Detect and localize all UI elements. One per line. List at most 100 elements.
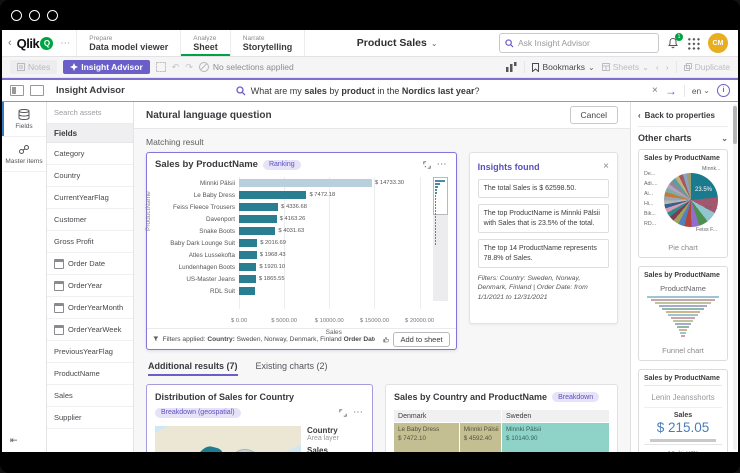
bar-plot-area[interactable]: $ 14733.30$ 7472.18$ 4336.68$ 4163.26$ 4… — [239, 177, 429, 309]
chevron-down-icon[interactable]: ⌄ — [431, 39, 438, 48]
chart-menu-icon[interactable]: ⋯ — [353, 407, 364, 418]
window-maximize-button[interactable] — [47, 10, 58, 21]
nl-question-input[interactable]: What are my sales by product in the Nord… — [236, 86, 646, 96]
collapse-panel-icon[interactable]: ⇤ — [10, 435, 18, 446]
field-item[interactable]: Customer — [47, 209, 133, 231]
field-item[interactable]: OrderYearWeek — [47, 319, 133, 341]
bar[interactable] — [239, 191, 306, 199]
treemap-visualization[interactable]: DenmarkLe Baby Dress$ 7472.10Minnki Päls… — [394, 410, 609, 452]
app-launcher-icon[interactable] — [687, 37, 700, 50]
window-minimize-button[interactable] — [29, 10, 40, 21]
bar[interactable] — [239, 263, 256, 271]
selections-tool-icon[interactable] — [156, 62, 166, 72]
duplicate-button[interactable]: Duplicate — [684, 62, 730, 72]
map-visualization[interactable] — [155, 426, 301, 452]
category-label: Snake Boots — [155, 225, 239, 237]
panel-scrollbar-track[interactable] — [733, 104, 737, 450]
results-scroll-area[interactable]: Matching result Sales by ProductName Ran… — [134, 129, 630, 452]
rail-item-fields[interactable]: Fields — [2, 102, 46, 137]
alt-chart-card-funnel[interactable]: Sales by ProductName ProductName Funnel … — [638, 266, 728, 361]
bookmarks-button[interactable]: Bookmarks⌄ — [532, 62, 594, 72]
back-icon[interactable]: ‹ — [8, 37, 12, 49]
fields-section-header[interactable]: Fields — [47, 124, 133, 143]
field-item[interactable]: OrderYear — [47, 275, 133, 297]
back-to-properties-link[interactable]: ‹ Back to properties — [638, 108, 728, 127]
more-menu-icon[interactable]: ⋯ — [60, 38, 70, 49]
multi-kpi[interactable]: Lenin Jeansshorts Sales $ 215.05 — [644, 385, 722, 445]
bar[interactable] — [239, 251, 257, 259]
nav-tab-analyze[interactable]: AnalyzeSheet — [180, 30, 230, 56]
chart-suggestions-icon[interactable] — [506, 62, 517, 72]
next-sheet-icon[interactable]: › — [666, 62, 669, 72]
info-icon[interactable]: i — [717, 84, 730, 97]
app-name[interactable]: Product Sales — [357, 37, 427, 49]
field-item[interactable]: Order Date — [47, 253, 133, 275]
notes-button[interactable]: Notes — [10, 60, 57, 74]
treemap-group-header[interactable]: Sweden — [502, 410, 609, 422]
step-forward-icon[interactable]: ↷ — [185, 62, 193, 73]
rail-item-master-items[interactable]: Master items — [2, 137, 46, 172]
treemap-cell[interactable]: Minnki Pälsii$ 4592.40 — [460, 423, 501, 452]
alt-chart-card-pie[interactable]: Sales by ProductName De...Adi....Ai...Hi… — [638, 149, 728, 258]
treemap-cell[interactable]: Le Baby Dress$ 7472.10 — [394, 423, 459, 452]
clear-question-icon[interactable]: × — [652, 85, 658, 96]
chart-menu-icon[interactable]: ⋯ — [437, 159, 448, 170]
insight-advisor-button[interactable]: Insight Advisor — [63, 60, 150, 74]
prev-sheet-icon[interactable]: ‹ — [656, 62, 659, 72]
panel-scrollbar-thumb[interactable] — [733, 106, 737, 144]
view-toggle-left-icon[interactable] — [10, 85, 24, 96]
results-tab-0[interactable]: Additional results (7) — [148, 361, 238, 376]
field-item[interactable]: Country — [47, 165, 133, 187]
field-item[interactable]: Supplier — [47, 407, 133, 429]
funnel-chart[interactable]: ProductName — [644, 282, 722, 342]
other-charts-header[interactable]: Other charts ⌄ — [638, 127, 728, 149]
step-back-icon[interactable]: ↶ — [172, 62, 180, 73]
bar[interactable] — [239, 203, 278, 211]
cancel-button[interactable]: Cancel — [570, 106, 618, 124]
bar[interactable] — [239, 239, 257, 247]
field-item[interactable]: Category — [47, 143, 133, 165]
bar[interactable] — [239, 227, 275, 235]
nav-label: Storytelling — [243, 42, 293, 52]
window-close-button[interactable] — [11, 10, 22, 21]
bar-chart-card[interactable]: Sales by ProductName Ranking ⋯ ProductNa… — [146, 152, 457, 350]
field-item[interactable]: ProductName — [47, 363, 133, 385]
bar[interactable] — [239, 275, 256, 283]
add-to-sheet-button[interactable]: Add to sheet — [393, 332, 449, 347]
treemap-cell[interactable]: Minnki Pälsii$ 10140.90 — [502, 423, 609, 452]
close-icon[interactable]: × — [603, 161, 609, 172]
insight-item[interactable]: The top ProductName is Minnki Pälsii wit… — [478, 204, 609, 233]
search-assets-input[interactable]: Search assets — [47, 102, 133, 124]
expand-icon[interactable] — [339, 409, 347, 417]
chart-minimap-scrollbar[interactable] — [433, 177, 448, 301]
insight-item[interactable]: The top 14 ProductName represents 78.8% … — [478, 239, 609, 268]
bar[interactable] — [239, 179, 372, 187]
field-item[interactable]: CurrentYearFlag — [47, 187, 133, 209]
treemap-chart-card[interactable]: Sales by Country and ProductName Breakdo… — [385, 384, 618, 452]
nav-tab-prepare[interactable]: PrepareData model viewer — [76, 30, 180, 56]
treemap-group-header[interactable]: Denmark — [394, 410, 501, 422]
global-search-input[interactable]: Ask Insight Advisor — [499, 33, 659, 53]
submit-question-icon[interactable]: → — [665, 84, 677, 98]
insight-item[interactable]: The total Sales is $ 62598.50. — [478, 179, 609, 198]
kpi-scrollbar[interactable] — [650, 439, 716, 442]
thumbs-up-icon[interactable] — [383, 335, 389, 344]
pie-chart[interactable] — [664, 173, 718, 227]
avatar[interactable]: CM — [708, 33, 728, 53]
field-item[interactable]: OrderYearMonth — [47, 297, 133, 319]
sheets-button[interactable]: Sheets⌄ — [602, 62, 649, 72]
language-selector[interactable]: en⌄ — [692, 86, 710, 96]
field-item[interactable]: Gross Profit — [47, 231, 133, 253]
bar[interactable] — [239, 287, 255, 295]
nav-tab-narrate[interactable]: NarrateStorytelling — [230, 30, 305, 56]
minimap-bar — [435, 183, 440, 185]
bar[interactable] — [239, 215, 277, 223]
results-tab-1[interactable]: Existing charts (2) — [256, 361, 328, 376]
notifications-button[interactable]: 1 — [667, 37, 679, 49]
map-chart-card[interactable]: Distribution of Sales for Country Breakd… — [146, 384, 373, 452]
view-toggle-right-icon[interactable] — [30, 85, 44, 96]
field-item[interactable]: Sales — [47, 385, 133, 407]
expand-icon[interactable] — [423, 161, 431, 169]
field-item[interactable]: PreviousYearFlag — [47, 341, 133, 363]
alt-chart-card-kpi[interactable]: Sales by ProductName Lenin Jeansshorts S… — [638, 369, 728, 452]
